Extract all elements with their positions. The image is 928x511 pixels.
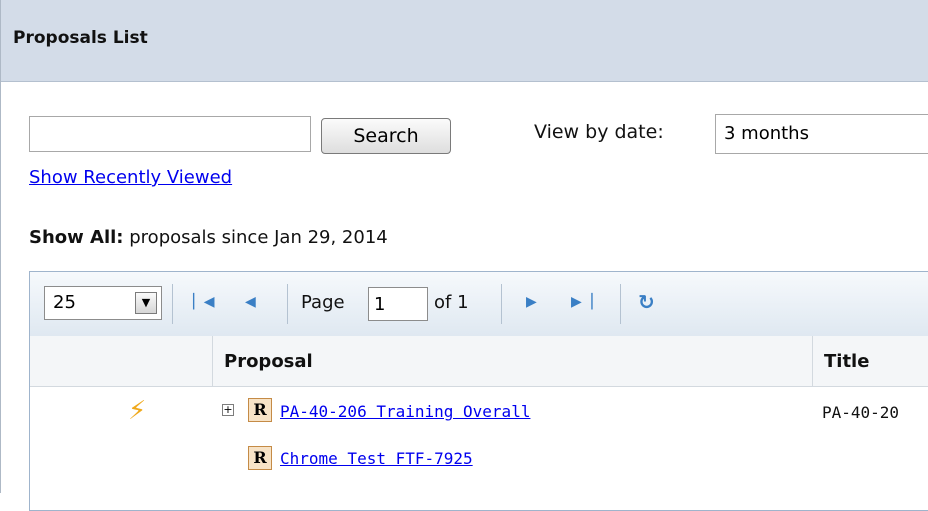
view-by-date-label: View by date: — [534, 121, 664, 143]
column-header-proposal-label: Proposal — [224, 351, 313, 372]
toolbar-divider — [620, 284, 621, 324]
column-header-title[interactable]: Title — [812, 336, 928, 386]
title-cell: PA-40-20 — [822, 403, 900, 422]
r-badge-icon: R — [248, 398, 272, 422]
page-size-select[interactable]: 25 ▼ — [44, 286, 162, 320]
show-all-text: Show All: proposals since Jan 29, 2014 — [29, 227, 388, 248]
show-all-label: Show All: — [29, 227, 124, 248]
prev-page-icon[interactable]: ◀ — [245, 294, 256, 310]
column-header-title-label: Title — [824, 351, 870, 372]
panel-header: Proposals List — [1, 0, 928, 82]
page-count-label: of 1 — [434, 292, 469, 313]
proposal-link[interactable]: Chrome Test FTF-7925 — [280, 449, 473, 468]
page-size-value: 25 — [53, 292, 76, 313]
next-page-icon[interactable]: ▶ — [526, 294, 537, 310]
chevron-down-icon[interactable]: ▼ — [135, 292, 157, 314]
lightning-icon: ⚡ — [128, 396, 147, 426]
proposals-panel: Proposals List Search Show Recently View… — [0, 0, 928, 511]
toolbar-divider — [287, 284, 288, 324]
page-number-input[interactable] — [368, 287, 428, 321]
column-header-proposal[interactable]: Proposal — [212, 336, 813, 386]
proposals-grid: 25 ▼ ▏◀ ◀ Page of 1 ▶ ▶▕ ↻ Proposal Titl… — [29, 271, 928, 511]
last-page-icon[interactable]: ▶▕ — [571, 294, 593, 310]
show-recently-viewed-link[interactable]: Show Recently Viewed — [29, 167, 232, 188]
refresh-icon[interactable]: ↻ — [638, 290, 655, 314]
proposal-link[interactable]: PA-40-206 Training Overall — [280, 402, 530, 421]
column-header-icon — [30, 336, 213, 386]
page-label: Page — [301, 292, 345, 313]
toolbar-divider — [172, 284, 173, 324]
search-input[interactable] — [29, 116, 311, 152]
grid-column-headers: Proposal Title — [30, 336, 928, 387]
search-button[interactable]: Search — [321, 118, 451, 154]
toolbar-divider — [501, 284, 502, 324]
r-badge-icon: R — [248, 446, 272, 470]
page-title: Proposals List — [13, 28, 148, 48]
view-by-date-select[interactable]: 3 months — [715, 114, 928, 154]
expand-icon[interactable]: + — [222, 404, 234, 416]
first-page-icon[interactable]: ▏◀ — [193, 294, 215, 310]
grid-toolbar: 25 ▼ ▏◀ ◀ Page of 1 ▶ ▶▕ ↻ — [30, 272, 928, 337]
show-all-description: proposals since Jan 29, 2014 — [129, 227, 388, 248]
table-row: ⚡ + R PA-40-206 Training Overall PA-40-2… — [30, 386, 928, 436]
table-row: R Chrome Test FTF-7925 — [30, 436, 928, 486]
view-by-date-value: 3 months — [724, 123, 809, 144]
